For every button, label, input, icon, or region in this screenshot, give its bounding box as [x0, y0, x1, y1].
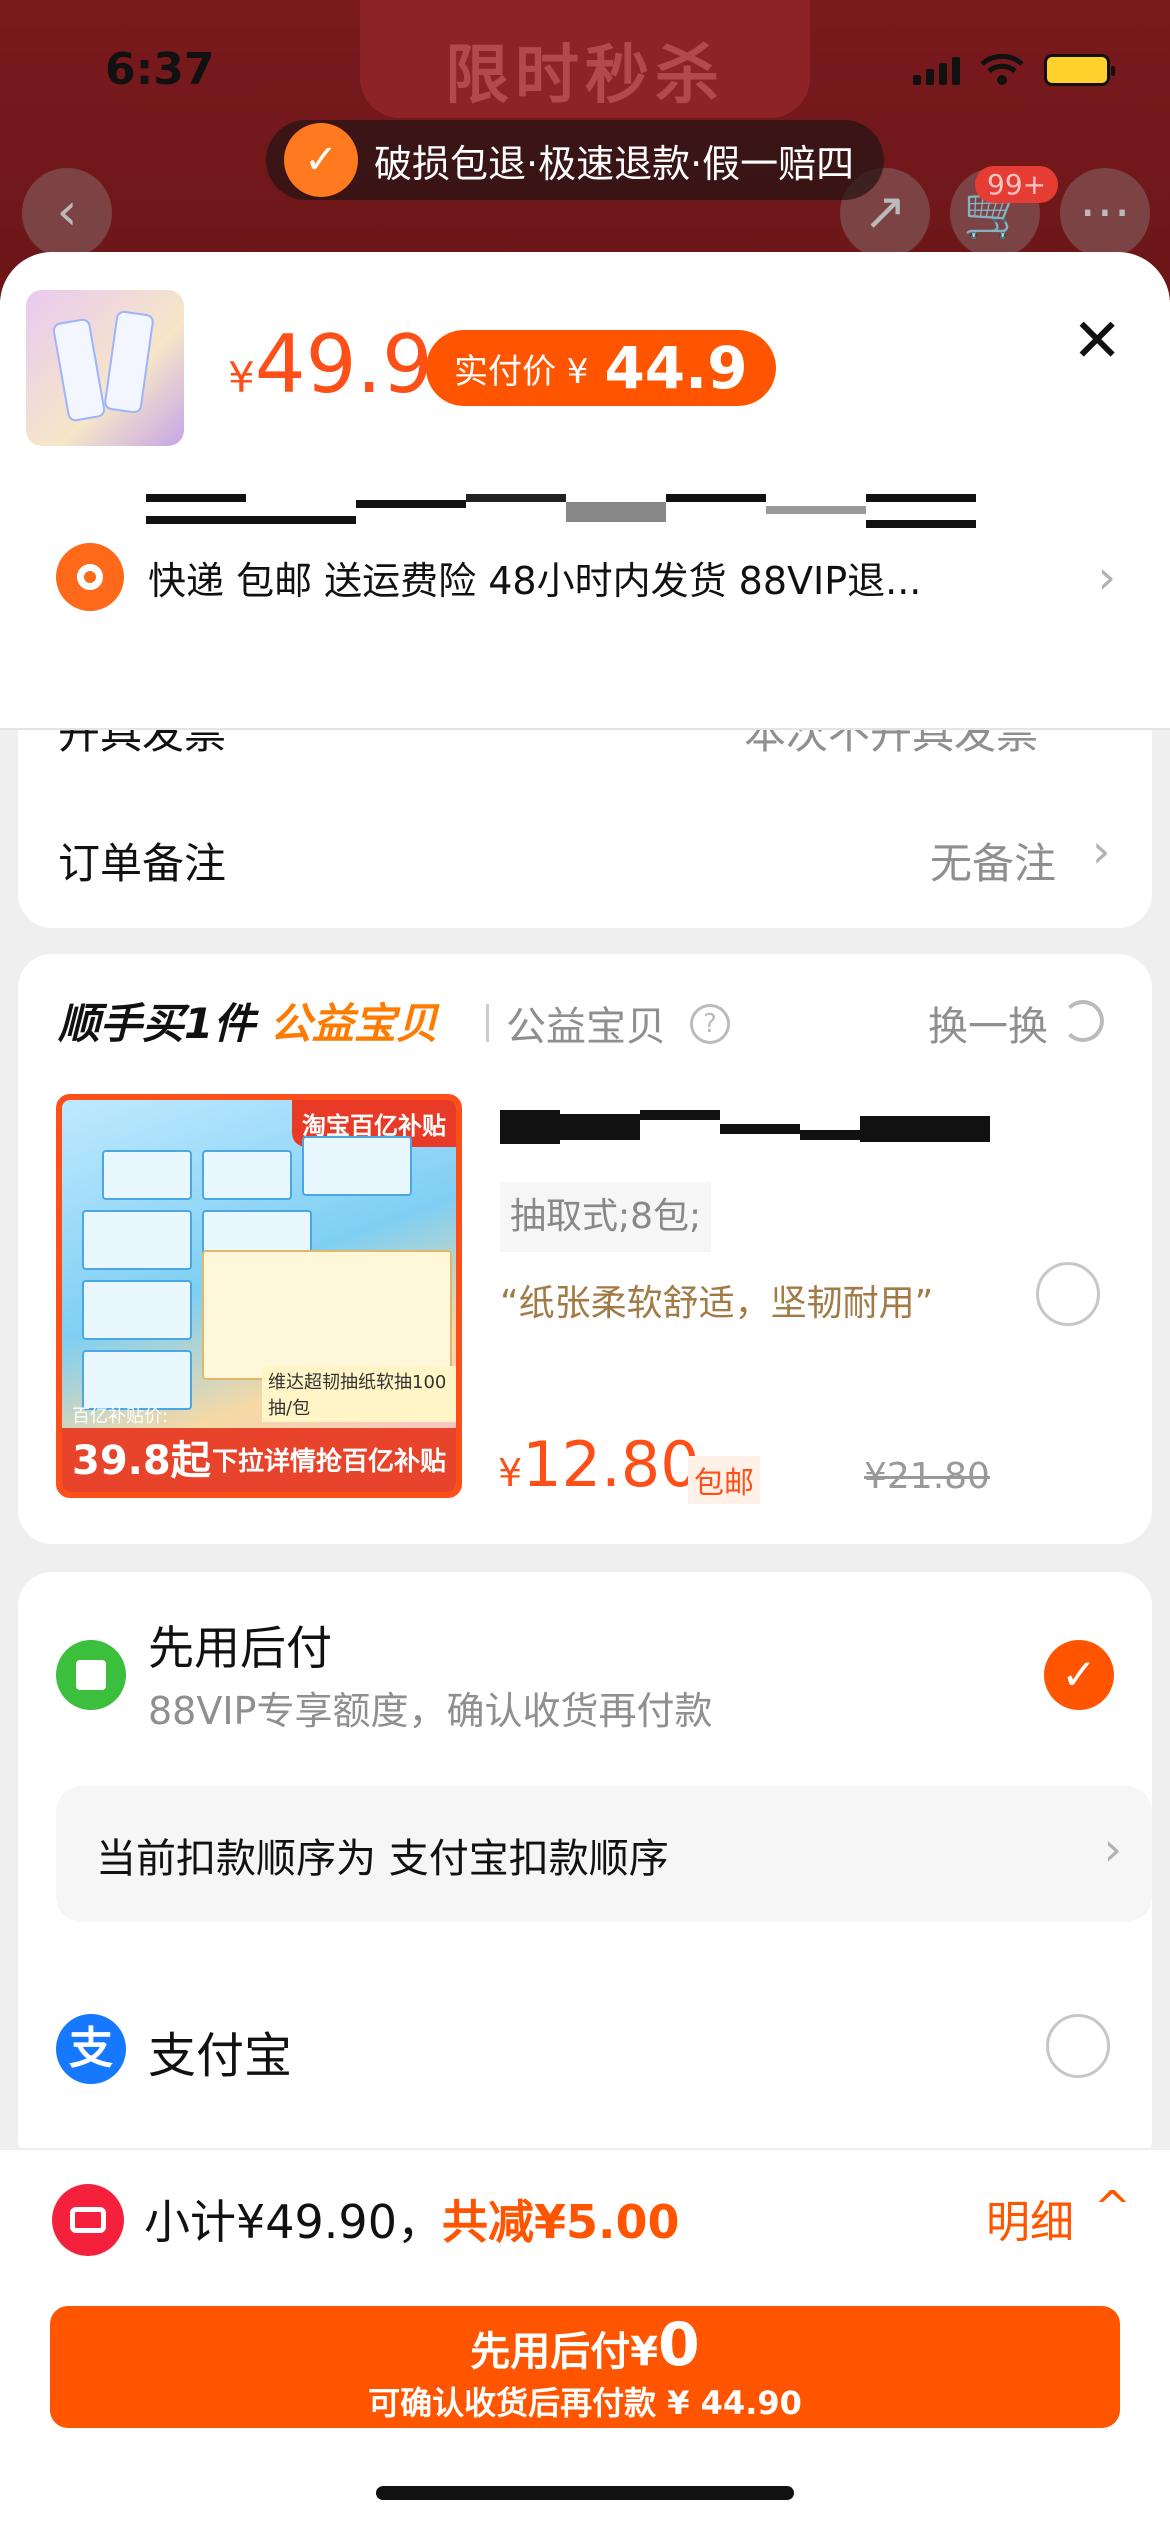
redacted-addon-title	[500, 1110, 990, 1144]
delivery-row[interactable]: 快递 包邮 送运费险 48小时内发货 88VIP退... ›	[56, 542, 1116, 612]
addon-subtitle: 公益宝贝	[506, 1004, 666, 1050]
free-shipping-badge: 包邮	[688, 1456, 760, 1504]
flash-sale-banner: 限时秒杀	[445, 39, 725, 113]
cta-sub-text: 可确认收货后再付款 ¥ 44.90	[368, 2384, 802, 2422]
divider	[486, 1004, 489, 1042]
status-time: 6:37	[105, 44, 215, 95]
alipay-icon: 支	[56, 2014, 126, 2084]
wifi-icon	[980, 54, 1024, 85]
coupon-icon	[52, 2184, 124, 2256]
chevron-up-icon[interactable]: ^	[1094, 2182, 1131, 2233]
remark-value[interactable]: 无备注	[930, 830, 1056, 891]
guarantee-text: 破损包退·极速退款·假一赔四	[374, 141, 855, 186]
deduction-order-text: 当前扣款顺序为 支付宝扣款顺序	[96, 1836, 669, 1882]
image-mid-text: 维达超韧抽纸软抽100抽/包	[262, 1366, 456, 1422]
chevron-right-icon: ›	[1092, 824, 1111, 878]
chevron-right-icon: ›	[1097, 550, 1116, 604]
bnpl-bag-icon	[56, 1640, 126, 1710]
shield-check-icon: ✓	[284, 123, 358, 197]
addon-price: ¥12.80	[498, 1428, 700, 1501]
addon-quote: “纸张柔软舒适，坚韧耐用”	[500, 1283, 934, 1324]
bnpl-title[interactable]: 先用后付	[148, 1612, 332, 1678]
location-pin-icon	[56, 543, 124, 611]
image-subsidy-price: 百亿补贴价: 39.8起	[72, 1406, 211, 1484]
back-button[interactable]: ‹	[22, 168, 112, 258]
alipay-radio[interactable]	[1046, 2014, 1110, 2078]
signal-icon	[913, 55, 960, 85]
paid-price-badge: 实付价 ¥44.9	[426, 330, 776, 406]
home-indicator[interactable]	[376, 2486, 794, 2500]
addon-select-radio[interactable]	[1036, 1262, 1100, 1326]
product-thumbnail[interactable]	[26, 290, 184, 446]
swap-button[interactable]: 换一换	[928, 994, 1048, 1052]
guarantee-banner: ✓ 破损包退·极速退款·假一赔四	[266, 120, 885, 200]
discount-text: 共减¥5.00	[442, 2195, 680, 2249]
bnpl-subtitle: 88VIP专享额度，确认收货再付款	[148, 1689, 713, 1733]
status-icons	[913, 54, 1115, 86]
bnpl-selected-check-icon[interactable]: ✓	[1044, 1640, 1114, 1710]
submit-order-button[interactable]: 先用后付¥0 可确认收货后再付款 ¥ 44.90	[50, 2306, 1120, 2428]
deduction-order-row[interactable]: 当前扣款顺序为 支付宝扣款顺序 ›	[56, 1786, 1152, 1922]
alipay-label[interactable]: 支付宝	[148, 2016, 292, 2086]
addon-title: 顺手买1件 公益宝贝	[58, 999, 438, 1048]
remark-label: 订单备注	[58, 839, 227, 888]
detail-button[interactable]: 明细	[986, 2186, 1074, 2250]
product-price: ¥49.9	[228, 318, 433, 411]
help-icon[interactable]: ?	[690, 1004, 730, 1044]
close-button[interactable]: ✕	[1072, 306, 1122, 376]
delivery-text: 快递 包邮 送运费险 48小时内发货 88VIP退...	[148, 558, 922, 603]
battery-icon	[1044, 54, 1115, 86]
chevron-right-icon: ›	[1103, 1822, 1122, 1876]
redacted-product-title	[146, 494, 978, 534]
subtotal-text: 小计¥49.90，	[144, 2195, 443, 2249]
image-footer-text: 下拉详情抢百亿补贴	[211, 1447, 446, 1477]
divider	[0, 728, 1170, 730]
cart-badge: 99+	[975, 166, 1059, 203]
cta-main-text: 先用后付¥0	[470, 2310, 700, 2380]
refresh-icon[interactable]	[1062, 1000, 1104, 1042]
addon-original-price: ¥21.80	[864, 1456, 990, 1497]
addon-spec: 抽取式;8包;	[500, 1182, 712, 1252]
order-options-card	[18, 690, 1152, 928]
more-button[interactable]: ⋯	[1060, 168, 1150, 258]
addon-product-image[interactable]: 淘宝百亿补贴 维达超韧抽纸软抽100抽/包 百亿补贴价: 39.8起 下拉详情抢…	[56, 1094, 462, 1498]
